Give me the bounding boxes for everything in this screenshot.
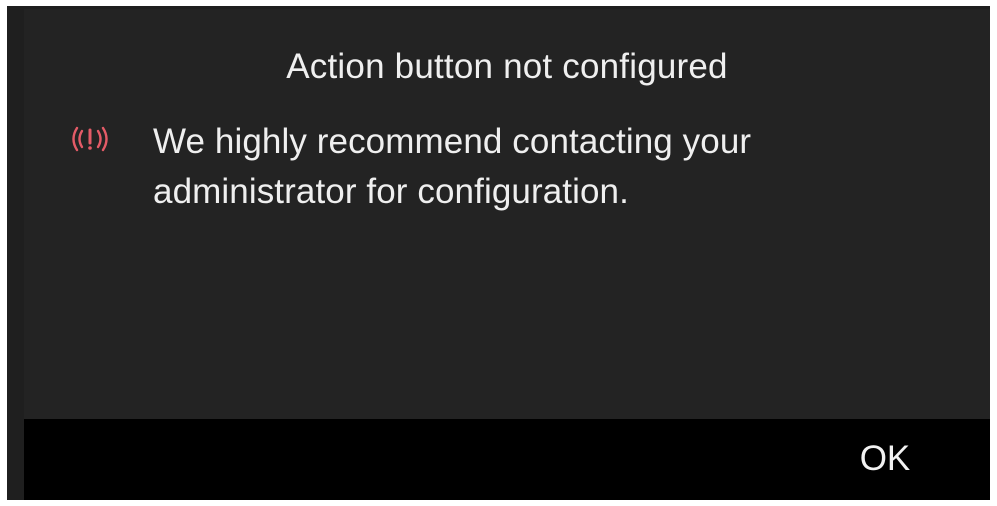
dialog-message: We highly recommend contacting your admi…	[153, 122, 752, 211]
alert-icon	[72, 126, 108, 152]
dialog-frame: Action button not configured We highly r…	[7, 6, 990, 500]
ok-button[interactable]: OK	[842, 433, 928, 485]
dialog-footer: OK	[24, 419, 990, 500]
action-button-dialog: Action button not configured We highly r…	[24, 9, 990, 500]
dialog-title: Action button not configured	[286, 47, 728, 86]
